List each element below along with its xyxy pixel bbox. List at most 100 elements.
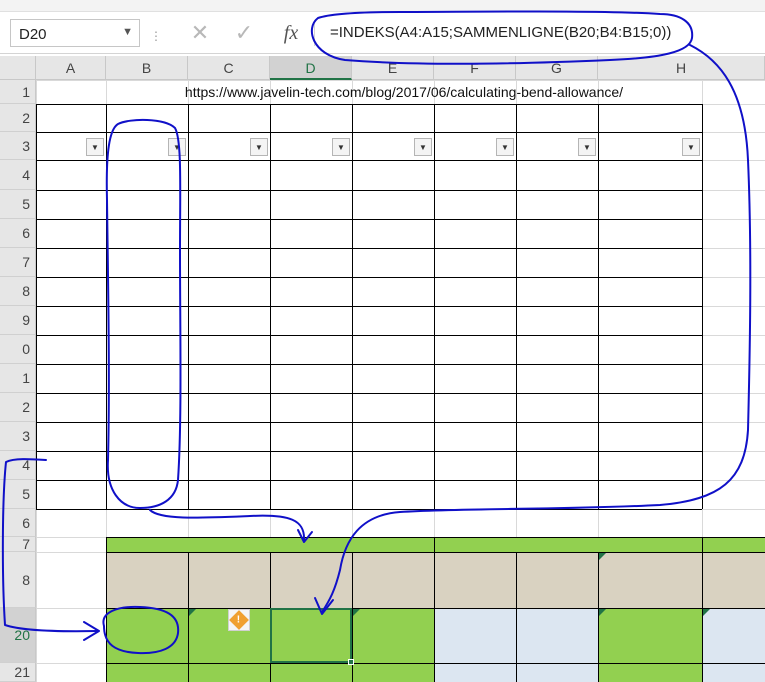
error-indicator-icon (703, 609, 710, 616)
enter-icon[interactable]: ✓ (228, 18, 260, 48)
error-indicator-icon (599, 553, 606, 560)
fx-icon[interactable]: fx (278, 18, 304, 48)
chevron-down-icon[interactable]: ▼ (122, 26, 133, 38)
select-all-corner[interactable] (0, 56, 36, 80)
table-cell (352, 451, 434, 480)
bottom-table-border-h (106, 552, 765, 553)
table-cell (106, 335, 188, 364)
table-cell (434, 451, 516, 480)
bottom-header-label (106, 552, 188, 608)
filter-dropdown-button[interactable]: ▼ (332, 138, 350, 156)
row-header[interactable]: 9 (0, 306, 36, 335)
row-header[interactable]: 7 (0, 537, 36, 552)
row-header[interactable]: 3 (0, 132, 36, 160)
column-header-e[interactable]: E (352, 56, 434, 80)
bottom-value-cell[interactable] (352, 608, 434, 663)
table-cell (598, 160, 702, 190)
filter-dropdown-button[interactable]: ▼ (250, 138, 268, 156)
table-cell (270, 422, 352, 451)
bottom-table-border-h (106, 537, 765, 538)
table-cell (352, 160, 434, 190)
row-header[interactable]: 5 (0, 190, 36, 219)
filter-dropdown-button[interactable]: ▼ (168, 138, 186, 156)
row-header[interactable]: 5 (0, 480, 36, 509)
row-header[interactable]: 6 (0, 219, 36, 248)
table-cell (352, 335, 434, 364)
row-header[interactable]: 8 (0, 277, 36, 306)
table-cell (598, 248, 702, 277)
row-header[interactable]: 6 (0, 509, 36, 537)
fill-handle[interactable] (348, 659, 354, 665)
row-header[interactable]: 4 (0, 160, 36, 190)
table-cell (106, 248, 188, 277)
table-cell (270, 335, 352, 364)
table-cell (106, 160, 188, 190)
filter-dropdown-button[interactable]: ▼ (496, 138, 514, 156)
table-cell (434, 190, 516, 219)
column-header-b[interactable]: B (106, 56, 188, 80)
filter-dropdown-button[interactable]: ▼ (86, 138, 104, 156)
row-header[interactable]: 7 (0, 248, 36, 277)
table-cell (36, 277, 106, 306)
error-indicator-icon (189, 609, 196, 616)
bottom-value-cell[interactable] (598, 608, 702, 663)
table-cell (598, 422, 702, 451)
row-header[interactable]: 8 (0, 552, 36, 608)
column-header-cell (516, 132, 578, 160)
table-cell (36, 219, 106, 248)
column-header-a[interactable]: A (36, 56, 106, 80)
annotation-row-arrow-head (83, 621, 100, 641)
filter-dropdown-button[interactable]: ▼ (414, 138, 432, 156)
row-header[interactable]: 1 (0, 80, 36, 104)
column-header-d[interactable]: D (270, 56, 352, 80)
cancel-icon[interactable]: ✕ (184, 18, 216, 48)
formula-input[interactable]: =INDEKS(A4:A15;SAMMENLIGNE(B20;B4:B15;0)… (330, 24, 671, 41)
filter-dropdown-button[interactable]: ▼ (578, 138, 596, 156)
column-header-f[interactable]: F (434, 56, 516, 80)
grip-icon[interactable]: ⋮ (150, 29, 163, 43)
bottom-value-cell[interactable] (516, 608, 598, 663)
table-cell (188, 364, 270, 393)
row-header[interactable]: 4 (0, 451, 36, 480)
row-header[interactable]: 0 (0, 335, 36, 364)
bottom-value-cell[interactable] (434, 608, 516, 663)
row-header[interactable]: 2 (0, 393, 36, 422)
table-cell (516, 364, 598, 393)
error-indicator-icon (599, 609, 606, 616)
row21-cell-bg (702, 663, 765, 682)
table-cell (352, 219, 434, 248)
bottom-table-border-v (106, 537, 107, 682)
table-cell (188, 480, 270, 509)
table-cell (270, 190, 352, 219)
url-text[interactable]: https://www.javelin-tech.com/blog/2017/0… (106, 80, 702, 104)
row-header[interactable]: 2 (0, 104, 36, 132)
table-cell (516, 219, 598, 248)
table-cell (36, 248, 106, 277)
name-box[interactable]: D20 ▼ (10, 19, 140, 47)
selected-cell-d20[interactable] (270, 608, 352, 663)
table-cell (516, 393, 598, 422)
table-cell (270, 160, 352, 190)
table-cell (188, 335, 270, 364)
table-cell (270, 306, 352, 335)
column-header-cell (352, 132, 414, 160)
row-header[interactable]: 20 (0, 608, 36, 663)
column-header-h[interactable]: H (598, 56, 765, 80)
table-cell (106, 190, 188, 219)
table-cell (106, 422, 188, 451)
filter-dropdown-button[interactable]: ▼ (682, 138, 700, 156)
error-warning-icon[interactable]: ! (228, 609, 250, 631)
bottom-value-cell[interactable] (106, 608, 188, 663)
table-cell (516, 190, 598, 219)
row-header[interactable]: 21 (0, 663, 36, 682)
row-header[interactable]: 3 (0, 422, 36, 451)
table-cell (598, 306, 702, 335)
row-header[interactable]: 1 (0, 364, 36, 393)
table-cell (188, 160, 270, 190)
column-header-cell (188, 132, 250, 160)
table-cell (352, 480, 434, 509)
table-cell (516, 277, 598, 306)
bottom-table-border-v (434, 537, 435, 682)
column-header-g[interactable]: G (516, 56, 598, 80)
column-header-c[interactable]: C (188, 56, 270, 80)
